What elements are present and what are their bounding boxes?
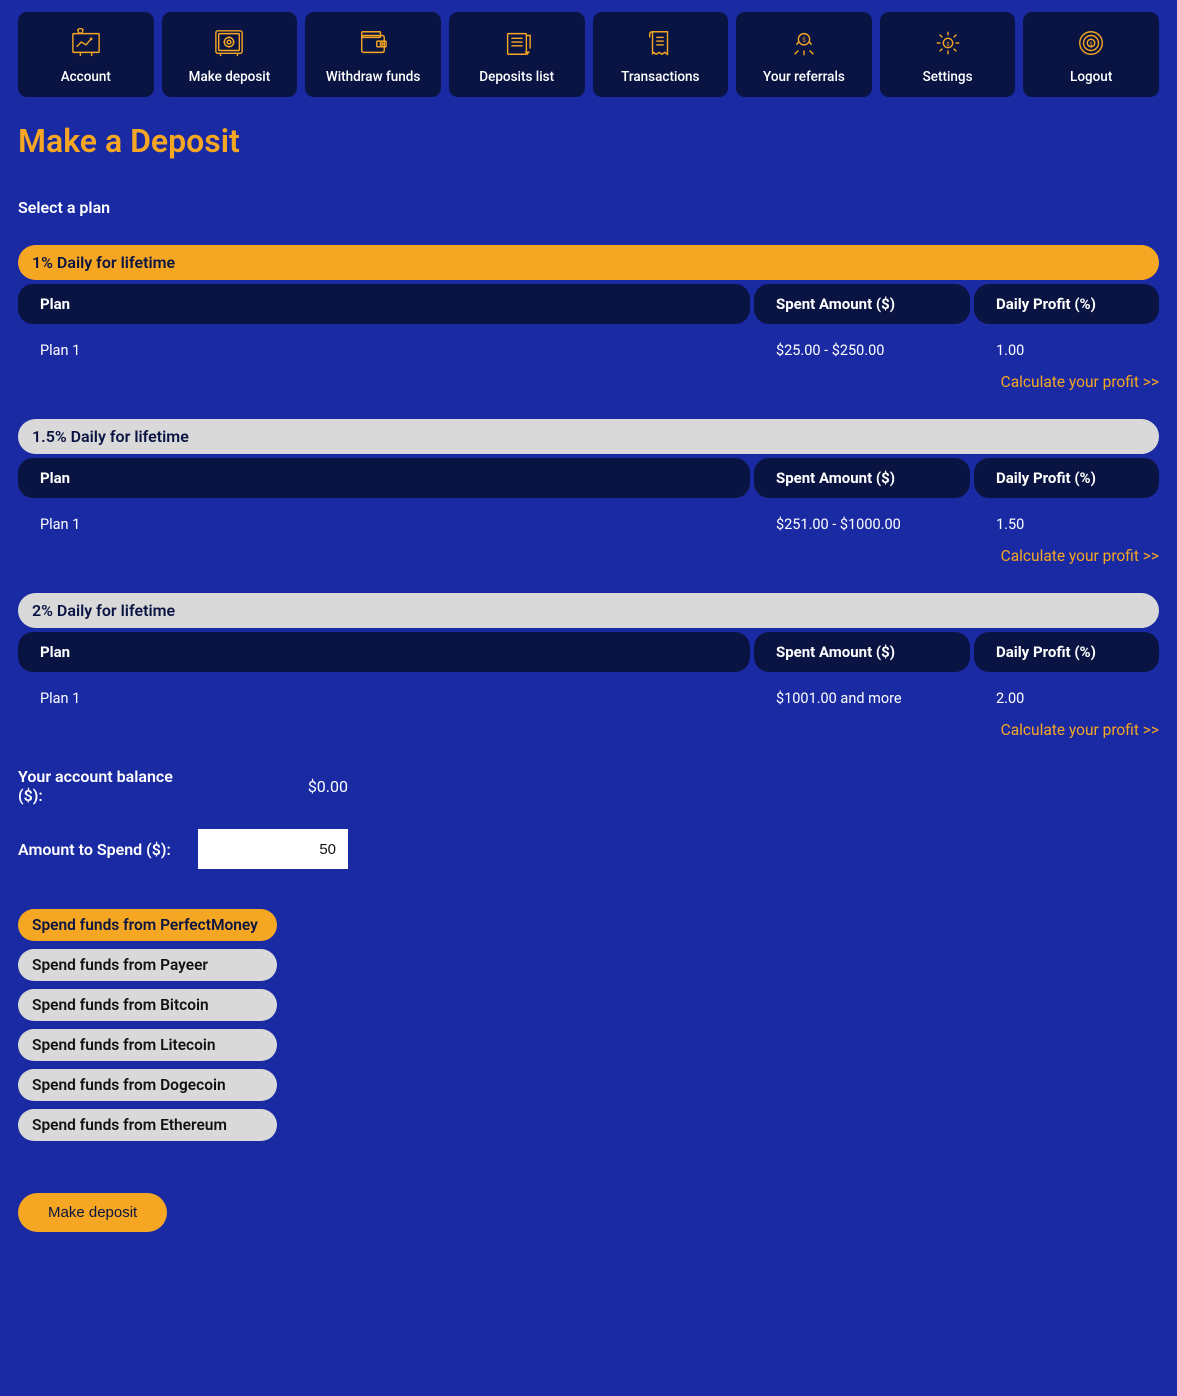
plan-header[interactable]: 1% Daily for lifetime <box>18 245 1159 280</box>
plan-block-1: 1% Daily for lifetime Plan Spent Amount … <box>18 245 1159 391</box>
referral-icon: $ <box>785 27 823 59</box>
nav-referrals[interactable]: $ Your referrals <box>736 12 872 97</box>
cell-spent: $25.00 - $250.00 <box>754 334 970 367</box>
svg-text:$: $ <box>946 41 949 48</box>
th-spent: Spent Amount ($) <box>754 632 970 672</box>
nav-label: Deposits list <box>479 69 554 85</box>
th-plan: Plan <box>18 284 750 324</box>
payment-options: Spend funds from PerfectMoney Spend fund… <box>18 909 1159 1141</box>
payment-dogecoin[interactable]: Spend funds from Dogecoin <box>18 1069 277 1101</box>
plan-header[interactable]: 1.5% Daily for lifetime <box>18 419 1159 454</box>
nav-deposits-list[interactable]: Deposits list <box>449 12 585 97</box>
logout-icon: $ <box>1072 27 1110 59</box>
page-title: Make a Deposit <box>18 122 1159 160</box>
table-row: Plan 1 $1001.00 and more 2.00 <box>18 676 1159 717</box>
th-profit: Daily Profit (%) <box>974 632 1159 672</box>
nav-account[interactable]: Account <box>18 12 154 97</box>
top-nav: Account Make deposit Withdraw funds Depo… <box>18 12 1159 97</box>
plan-block-3: 2% Daily for lifetime Plan Spent Amount … <box>18 593 1159 739</box>
table-row: Plan 1 $25.00 - $250.00 1.00 <box>18 328 1159 369</box>
payment-payeer[interactable]: Spend funds from Payeer <box>18 949 277 981</box>
cell-spent: $1001.00 and more <box>754 682 970 715</box>
nav-label: Logout <box>1070 69 1112 85</box>
plan-block-2: 1.5% Daily for lifetime Plan Spent Amoun… <box>18 419 1159 565</box>
amount-label: Amount to Spend ($): <box>18 840 198 859</box>
payment-bitcoin[interactable]: Spend funds from Bitcoin <box>18 989 277 1021</box>
payment-perfectmoney[interactable]: Spend funds from PerfectMoney <box>18 909 277 941</box>
balance-value: $0.00 <box>198 777 348 796</box>
nav-make-deposit[interactable]: Make deposit <box>162 12 298 97</box>
wallet-icon <box>354 27 392 59</box>
nav-label: Account <box>61 69 111 85</box>
balance-label: Your account balance ($): <box>18 767 198 805</box>
cell-plan-name: Plan 1 <box>18 334 750 367</box>
cell-spent: $251.00 - $1000.00 <box>754 508 970 541</box>
plan-header[interactable]: 2% Daily for lifetime <box>18 593 1159 628</box>
nav-logout[interactable]: $ Logout <box>1023 12 1159 97</box>
th-spent: Spent Amount ($) <box>754 458 970 498</box>
plan-table-header: Plan Spent Amount ($) Daily Profit (%) <box>18 284 1159 324</box>
th-spent: Spent Amount ($) <box>754 284 970 324</box>
nav-label: Transactions <box>621 69 699 85</box>
cell-plan-name: Plan 1 <box>18 682 750 715</box>
th-plan: Plan <box>18 632 750 672</box>
cell-profit: 2.00 <box>974 682 1159 715</box>
list-icon <box>498 27 536 59</box>
plan-table-header: Plan Spent Amount ($) Daily Profit (%) <box>18 458 1159 498</box>
svg-text:$: $ <box>802 36 806 44</box>
nav-settings[interactable]: $ Settings <box>880 12 1016 97</box>
make-deposit-button[interactable]: Make deposit <box>18 1193 167 1232</box>
cell-profit: 1.00 <box>974 334 1159 367</box>
calculate-link[interactable]: Calculate your profit >> <box>18 543 1159 565</box>
th-profit: Daily Profit (%) <box>974 284 1159 324</box>
nav-label: Make deposit <box>189 69 271 85</box>
cell-plan-name: Plan 1 <box>18 508 750 541</box>
gear-icon: $ <box>929 27 967 59</box>
calculate-link[interactable]: Calculate your profit >> <box>18 717 1159 739</box>
select-plan-label: Select a plan <box>18 198 1159 217</box>
nav-label: Settings <box>923 69 973 85</box>
cell-profit: 1.50 <box>974 508 1159 541</box>
th-profit: Daily Profit (%) <box>974 458 1159 498</box>
nav-withdraw[interactable]: Withdraw funds <box>305 12 441 97</box>
th-plan: Plan <box>18 458 750 498</box>
svg-text:$: $ <box>1090 41 1093 48</box>
balance-row: Your account balance ($): $0.00 <box>18 767 1159 805</box>
account-icon <box>67 27 105 59</box>
receipt-icon <box>641 27 679 59</box>
nav-label: Your referrals <box>763 69 845 85</box>
payment-ethereum[interactable]: Spend funds from Ethereum <box>18 1109 277 1141</box>
nav-label: Withdraw funds <box>326 69 420 85</box>
payment-litecoin[interactable]: Spend funds from Litecoin <box>18 1029 277 1061</box>
amount-input[interactable] <box>198 829 348 869</box>
nav-transactions[interactable]: Transactions <box>593 12 729 97</box>
safe-icon <box>210 27 248 59</box>
calculate-link[interactable]: Calculate your profit >> <box>18 369 1159 391</box>
amount-row: Amount to Spend ($): <box>18 829 1159 869</box>
plan-table-header: Plan Spent Amount ($) Daily Profit (%) <box>18 632 1159 672</box>
table-row: Plan 1 $251.00 - $1000.00 1.50 <box>18 502 1159 543</box>
